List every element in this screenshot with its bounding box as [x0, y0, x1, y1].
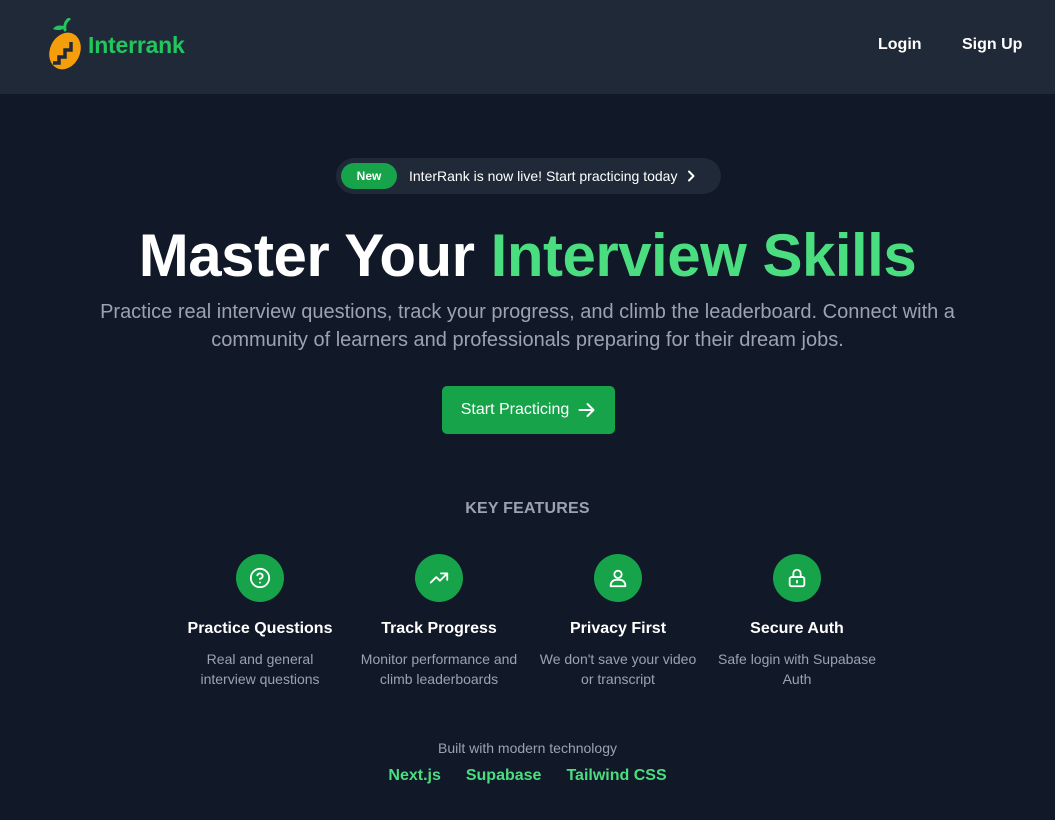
start-practicing-button[interactable]: Start Practicing — [442, 386, 615, 434]
arrow-right-icon — [578, 403, 595, 417]
start-practicing-label: Start Practicing — [460, 401, 570, 418]
feature-secure-auth: Secure Auth Safe login with Supabase Aut… — [707, 554, 887, 689]
hero-subtitle: Practice real interview questions, track… — [100, 301, 955, 351]
feature-title: Secure Auth — [750, 620, 844, 637]
feature-description: Monitor performance and climb leaderboar… — [360, 651, 518, 687]
feature-privacy-first: Privacy First We don't save your video o… — [528, 554, 708, 689]
feature-description: Safe login with Supabase Auth — [718, 651, 876, 687]
brand-logo[interactable]: Interrank — [45, 18, 185, 72]
feature-description: We don't save your video or transcript — [539, 651, 697, 687]
hero-title-part1: Master Your — [138, 222, 475, 289]
feature-title: Track Progress — [381, 620, 497, 637]
lock-icon — [773, 554, 821, 602]
login-link[interactable]: Login — [878, 36, 922, 54]
trending-up-icon — [415, 554, 463, 602]
chevron-right-icon — [686, 170, 696, 182]
tech-item-supabase: Supabase — [465, 767, 542, 784]
tech-item-nextjs: Next.js — [388, 767, 441, 784]
navbar: Interrank Login Sign Up — [0, 0, 1055, 94]
mango-logo-icon — [49, 18, 81, 70]
feature-track-progress: Track Progress Monitor performance and c… — [349, 554, 529, 689]
feature-title: Practice Questions — [187, 620, 333, 637]
hero-title: Master Your Interview Skills — [0, 222, 1055, 290]
tech-stack-list: Next.js Supabase Tailwind CSS — [0, 767, 1055, 785]
feature-description: Real and general interview questions — [200, 651, 320, 687]
announcement-banner[interactable]: New InterRank is now live! Start practic… — [336, 158, 721, 194]
signup-link[interactable]: Sign Up — [962, 36, 1022, 54]
announcement-text: InterRank is now live! Start practicing … — [409, 168, 678, 184]
key-features-heading: KEY FEATURES — [465, 500, 590, 517]
user-icon — [594, 554, 642, 602]
feature-practice-questions: Practice Questions Real and general inte… — [170, 554, 350, 689]
new-badge: New — [341, 163, 397, 189]
question-circle-icon — [236, 554, 284, 602]
tech-item-tailwind: Tailwind CSS — [566, 767, 667, 784]
built-with-label: Built with modern technology — [438, 740, 617, 756]
feature-title: Privacy First — [569, 620, 667, 637]
brand-name: Interrank — [88, 31, 185, 58]
hero-title-part2: Interview Skills — [490, 222, 917, 289]
